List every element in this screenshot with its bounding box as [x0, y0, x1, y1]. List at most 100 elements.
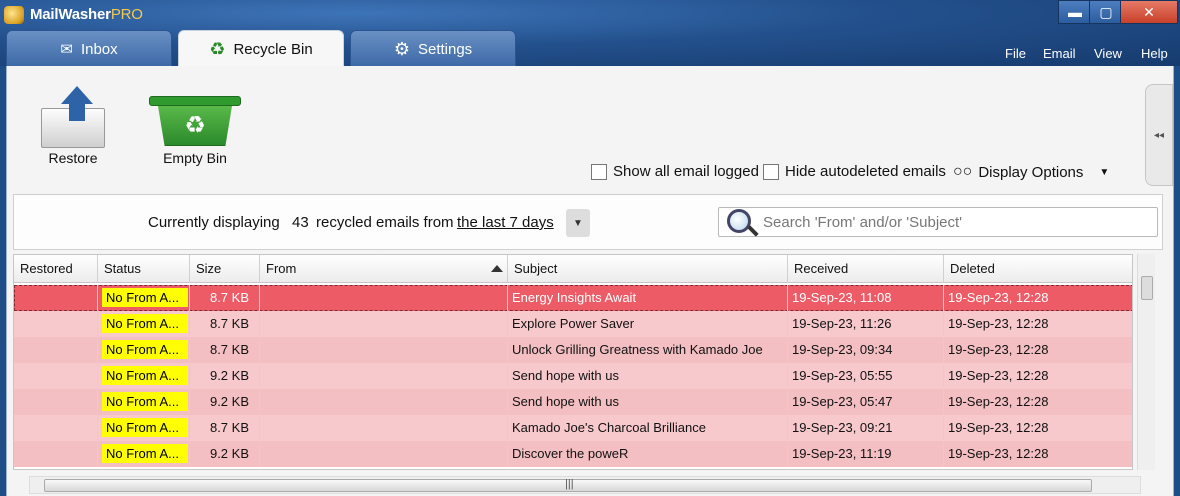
grip-icon: ||| [565, 478, 574, 490]
size-cell: 9.2 KB [190, 389, 260, 415]
deleted-cell: 19-Sep-23, 12:28 [944, 415, 1132, 441]
table-row[interactable]: No From A... 9.2 KB Send hope with us 19… [14, 363, 1132, 389]
show-all-checkbox[interactable] [591, 163, 607, 180]
subject-cell: Explore Power Saver [508, 311, 788, 337]
hide-autodeleted-checkbox[interactable] [763, 163, 779, 180]
app-title: MailWasherPRO [30, 6, 143, 23]
double-chevron-left-icon: ◂◂ [1153, 129, 1165, 141]
table-row[interactable]: No From A... 8.7 KB Kamado Joe's Charcoa… [14, 415, 1132, 441]
table-row[interactable]: No From A... 8.7 KB Energy Insights Awai… [14, 285, 1132, 311]
search-icon [727, 209, 751, 233]
size-cell: 8.7 KB [190, 337, 260, 363]
date-range-dropdown[interactable]: ▼ [566, 209, 590, 237]
status-badge: No From A... [102, 314, 188, 333]
close-button[interactable]: ✕ [1120, 0, 1178, 24]
restore-button[interactable]: Restore [37, 80, 109, 166]
table-row[interactable]: No From A... 8.7 KB Unlock Grilling Grea… [14, 337, 1132, 363]
received-cell: 19-Sep-23, 05:55 [788, 363, 944, 389]
restore-label: Restore [48, 150, 98, 166]
subject-cell: Unlock Grilling Greatness with Kamado Jo… [508, 337, 788, 363]
search-box[interactable]: Search 'From' and/or 'Subject' [718, 207, 1158, 237]
grid-header: Restored Status Size From Subject Receiv… [14, 255, 1132, 283]
status-cell: No From A... [98, 415, 190, 441]
chevron-down-icon: ▼ [573, 217, 583, 229]
subject-cell: Kamado Joe's Charcoal Brilliance [508, 415, 788, 441]
column-subject[interactable]: Subject [508, 255, 788, 283]
table-row[interactable]: No From A... 9.2 KB Send hope with us 19… [14, 389, 1132, 415]
tab-inbox[interactable]: ✉ Inbox [6, 30, 172, 68]
collapse-panel-handle[interactable]: ◂◂ [1145, 84, 1173, 186]
table-row[interactable]: No From A... 9.2 KB Discover the poweR 1… [14, 441, 1132, 467]
horizontal-scrollbar[interactable]: ||| [29, 476, 1141, 494]
hide-autodeleted-option[interactable]: Hide autodeleted emails [763, 163, 946, 180]
received-cell: 19-Sep-23, 09:34 [788, 337, 944, 363]
minimize-button[interactable]: ▬ [1058, 0, 1092, 24]
size-cell: 8.7 KB [190, 285, 260, 311]
chevron-down-icon: ▼ [1099, 166, 1110, 178]
from-cell [260, 311, 508, 337]
column-received[interactable]: Received [788, 255, 944, 283]
column-deleted[interactable]: Deleted [944, 255, 1132, 283]
search-icon-handle [747, 225, 759, 237]
filter-count: 43 [292, 214, 309, 231]
maximize-button[interactable]: ▢ [1089, 0, 1123, 24]
subject-cell: Send hope with us [508, 389, 788, 415]
filter-middle: recycled emails from [316, 214, 454, 231]
tab-settings[interactable]: ⚙ Settings [350, 30, 516, 68]
deleted-cell: 19-Sep-23, 12:28 [944, 363, 1132, 389]
received-cell: 19-Sep-23, 09:21 [788, 415, 944, 441]
show-all-label: Show all email logged [613, 163, 759, 180]
menu-view[interactable]: View [1094, 46, 1122, 61]
hide-autodeleted-label: Hide autodeleted emails [785, 163, 946, 180]
filter-prefix: Currently displaying [148, 214, 280, 231]
from-cell [260, 337, 508, 363]
from-cell [260, 363, 508, 389]
empty-bin-button[interactable]: ♻ Empty Bin [147, 80, 243, 166]
restored-cell [14, 311, 98, 337]
recycle-bin-panel: Restore ♻ Empty Bin Show all email logge… [6, 66, 1174, 496]
display-options-label: Display Options [978, 163, 1084, 181]
deleted-cell: 19-Sep-23, 12:28 [944, 441, 1132, 467]
app-title-pro: PRO [110, 6, 143, 23]
menu-file[interactable]: File [1005, 46, 1026, 61]
restored-cell [14, 285, 98, 311]
restored-cell [14, 337, 98, 363]
date-range-link[interactable]: the last 7 days [457, 214, 554, 231]
column-from-label: From [266, 261, 297, 276]
tab-recycle-bin-label: Recycle Bin [233, 41, 313, 58]
status-badge: No From A... [102, 444, 188, 463]
column-size[interactable]: Size [190, 255, 260, 283]
status-badge: No From A... [102, 366, 188, 385]
vertical-scroll-thumb[interactable] [1141, 276, 1153, 300]
column-restored[interactable]: Restored [14, 255, 98, 283]
horizontal-scroll-thumb[interactable]: ||| [44, 478, 1092, 492]
email-grid: Restored Status Size From Subject Receiv… [13, 254, 1133, 470]
restore-icon [37, 80, 109, 150]
filter-bar: Currently displaying 43 recycled emails … [13, 194, 1163, 250]
menu-help[interactable]: Help [1141, 46, 1168, 61]
status-cell: No From A... [98, 285, 190, 311]
deleted-cell: 19-Sep-23, 12:28 [944, 337, 1132, 363]
status-cell: No From A... [98, 337, 190, 363]
from-cell [260, 285, 508, 311]
from-cell [260, 389, 508, 415]
column-from[interactable]: From [260, 255, 508, 283]
tab-inbox-label: Inbox [80, 40, 118, 58]
tab-recycle-bin[interactable]: ♻ Recycle Bin [178, 30, 344, 68]
subject-cell: Discover the poweR [508, 441, 788, 467]
vertical-scrollbar[interactable] [1137, 254, 1155, 470]
display-options-button[interactable]: ○○ Display Options ▼ [953, 163, 1109, 181]
table-row[interactable]: No From A... 8.7 KB Explore Power Saver … [14, 311, 1132, 337]
show-all-option[interactable]: Show all email logged [591, 163, 759, 180]
menu-email[interactable]: Email [1043, 46, 1076, 61]
gear-icon: ⚙ [393, 38, 410, 59]
size-cell: 8.7 KB [190, 415, 260, 441]
received-cell: 19-Sep-23, 05:47 [788, 389, 944, 415]
column-status[interactable]: Status [98, 255, 190, 283]
search-input[interactable]: Search 'From' and/or 'Subject' [763, 214, 962, 231]
sort-ascending-icon [491, 265, 503, 272]
tab-settings-label: Settings [417, 40, 473, 58]
status-cell: No From A... [98, 311, 190, 337]
recycle-bin-icon: ♻ [147, 80, 243, 150]
subject-cell: Energy Insights Await [508, 285, 788, 311]
